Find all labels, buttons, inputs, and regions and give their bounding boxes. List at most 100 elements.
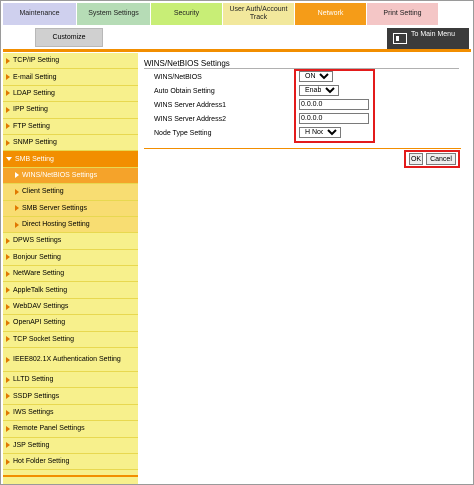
arrow-down-icon bbox=[6, 157, 12, 162]
sub-toolbar: Customize To Main Menu bbox=[3, 26, 471, 49]
sidebar-item-ieee8021x[interactable]: IEEE802.1X Authentication Setting bbox=[3, 348, 138, 373]
sidebar-item-label: Bonjour Setting bbox=[13, 253, 61, 261]
sidebar-item-ssdp[interactable]: SSDP Settings bbox=[3, 388, 138, 405]
sidebar-item-label: AppleTalk Setting bbox=[13, 286, 68, 294]
ok-button[interactable]: OK bbox=[409, 153, 423, 165]
sidebar-item-label: FTP Setting bbox=[13, 122, 50, 130]
arrow-right-icon bbox=[6, 237, 10, 244]
sidebar-item-wins-netbios[interactable]: WINS/NetBIOS Settings bbox=[3, 167, 138, 185]
sidebar-item-label: IPP Setting bbox=[13, 106, 48, 114]
sidebar-item-tcpip[interactable]: TCP/IP Setting bbox=[3, 53, 138, 70]
sidebar-item-iws[interactable]: IWS Settings bbox=[3, 405, 138, 422]
sidebar-item-label: IEEE802.1X Authentication Setting bbox=[13, 355, 121, 363]
tab-bar-filler bbox=[439, 3, 471, 25]
arrow-right-icon bbox=[6, 356, 10, 363]
sidebar-item-label: SNMP Setting bbox=[13, 139, 57, 147]
sidebar-item-remote-panel[interactable]: Remote Panel Settings bbox=[3, 421, 138, 438]
sidebar-item-label: SSDP Settings bbox=[13, 392, 60, 400]
arrow-right-icon bbox=[6, 319, 10, 326]
sidebar-item-dpws[interactable]: DPWS Settings bbox=[3, 233, 138, 250]
tab-maintenance[interactable]: Maintenance bbox=[3, 3, 77, 25]
sidebar-item-ipp[interactable]: IPP Setting bbox=[3, 102, 138, 119]
sidebar-item-label: JSP Setting bbox=[13, 441, 50, 449]
sidebar-item-smb[interactable]: SMB Setting bbox=[3, 151, 138, 168]
arrow-right-icon bbox=[6, 458, 10, 465]
sidebar-item-label: SMB Setting bbox=[15, 155, 54, 163]
arrow-right-icon bbox=[15, 188, 19, 195]
arrow-right-icon bbox=[6, 376, 10, 383]
tab-user-auth[interactable]: User Auth/Account Track bbox=[223, 3, 295, 25]
sidebar-item-direct-hosting[interactable]: Direct Hosting Setting bbox=[3, 216, 138, 234]
arrow-right-icon bbox=[6, 74, 10, 81]
node-type-label: Node Type Setting bbox=[154, 129, 212, 137]
sidebar-item-label: IWS Settings bbox=[13, 409, 54, 416]
sidebar-item-label: NetWare Setting bbox=[13, 270, 65, 278]
auto-obtain-label: Auto Obtain Setting bbox=[154, 87, 215, 95]
arrow-right-icon bbox=[6, 254, 10, 261]
sidebar-item-netware[interactable]: NetWare Setting bbox=[3, 266, 138, 283]
sidebar-item-label: Client Setting bbox=[22, 188, 64, 196]
arrow-right-icon bbox=[6, 287, 10, 294]
top-tab-bar: Maintenance System Settings Security Use… bbox=[3, 3, 471, 25]
sidebar: TCP/IP Setting E-mail Setting LDAP Setti… bbox=[3, 53, 138, 484]
sidebar-item-label: E-mail Setting bbox=[13, 73, 57, 81]
tab-security[interactable]: Security bbox=[151, 3, 223, 25]
sidebar-item-jsp[interactable]: JSP Setting bbox=[3, 438, 138, 454]
tab-print-setting[interactable]: Print Setting bbox=[367, 3, 439, 25]
sidebar-item-appletalk[interactable]: AppleTalk Setting bbox=[3, 282, 138, 299]
sidebar-item-lltd[interactable]: LLTD Setting bbox=[3, 372, 138, 389]
sidebar-item-label: TCP/IP Setting bbox=[13, 57, 60, 65]
wins-server1-label: WINS Server Address1 bbox=[154, 101, 226, 109]
sidebar-item-label: LDAP Setting bbox=[13, 89, 55, 97]
sidebar-item-ftp[interactable]: FTP Setting bbox=[3, 119, 138, 135]
sidebar-item-snmp[interactable]: SNMP Setting bbox=[3, 135, 138, 152]
arrow-right-icon bbox=[6, 270, 10, 277]
to-main-menu-label: To Main Menu bbox=[411, 31, 455, 38]
arrow-right-icon bbox=[6, 442, 10, 449]
sidebar-item-label: WINS/NetBIOS Settings bbox=[22, 171, 98, 179]
header-divider bbox=[3, 49, 471, 52]
wins-netbios-label: WINS/NetBIOS bbox=[154, 73, 202, 81]
cancel-button[interactable]: Cancel bbox=[426, 153, 456, 165]
sidebar-item-label: Remote Panel Settings bbox=[13, 425, 85, 433]
sidebar-item-ldap[interactable]: LDAP Setting bbox=[3, 86, 138, 103]
sidebar-bottom-line bbox=[3, 475, 138, 477]
arrow-right-icon bbox=[6, 123, 10, 130]
wins-server2-label: WINS Server Address2 bbox=[154, 115, 226, 123]
app-window: Maintenance System Settings Security Use… bbox=[0, 0, 474, 485]
arrow-right-icon bbox=[15, 172, 19, 179]
sidebar-item-label: DPWS Settings bbox=[13, 237, 62, 245]
arrow-right-icon bbox=[6, 57, 10, 64]
page-title: WINS/NetBIOS Settings bbox=[144, 59, 230, 68]
arrow-right-icon bbox=[6, 303, 10, 310]
arrow-right-icon bbox=[15, 205, 19, 212]
tab-network[interactable]: Network bbox=[295, 3, 367, 25]
main-menu-icon bbox=[393, 33, 407, 44]
tab-system-settings[interactable]: System Settings bbox=[77, 3, 151, 25]
sidebar-item-label: Direct Hosting Setting bbox=[22, 221, 90, 229]
arrow-right-icon bbox=[6, 106, 10, 113]
sidebar-item-smb-server[interactable]: SMB Server Settings bbox=[3, 200, 138, 217]
arrow-right-icon bbox=[6, 90, 10, 97]
sidebar-item-tcp-socket[interactable]: TCP Socket Setting bbox=[3, 332, 138, 349]
content-divider bbox=[144, 148, 461, 149]
sidebar-item-label: LLTD Setting bbox=[13, 376, 54, 384]
arrow-right-icon bbox=[6, 393, 10, 400]
sidebar-item-webdav[interactable]: WebDAV Settings bbox=[3, 299, 138, 316]
sidebar-item-client[interactable]: Client Setting bbox=[3, 184, 138, 201]
arrow-right-icon bbox=[6, 425, 10, 432]
sidebar-item-bonjour[interactable]: Bonjour Setting bbox=[3, 250, 138, 267]
arrow-right-icon bbox=[15, 221, 19, 228]
sidebar-item-label: SMB Server Settings bbox=[22, 204, 87, 212]
customize-button[interactable]: Customize bbox=[35, 28, 103, 47]
arrow-right-icon bbox=[6, 139, 10, 146]
sidebar-item-label: WebDAV Settings bbox=[13, 303, 69, 311]
arrow-right-icon bbox=[6, 409, 10, 416]
to-main-menu-button[interactable]: To Main Menu bbox=[387, 28, 469, 49]
arrow-right-icon bbox=[6, 336, 10, 343]
sidebar-item-label: OpenAPI Setting bbox=[13, 319, 66, 327]
sidebar-item-openapi[interactable]: OpenAPI Setting bbox=[3, 315, 138, 332]
sidebar-item-label: TCP Socket Setting bbox=[13, 335, 74, 343]
sidebar-item-hot-folder[interactable]: Hot Folder Setting bbox=[3, 454, 138, 471]
sidebar-item-email[interactable]: E-mail Setting bbox=[3, 69, 138, 86]
